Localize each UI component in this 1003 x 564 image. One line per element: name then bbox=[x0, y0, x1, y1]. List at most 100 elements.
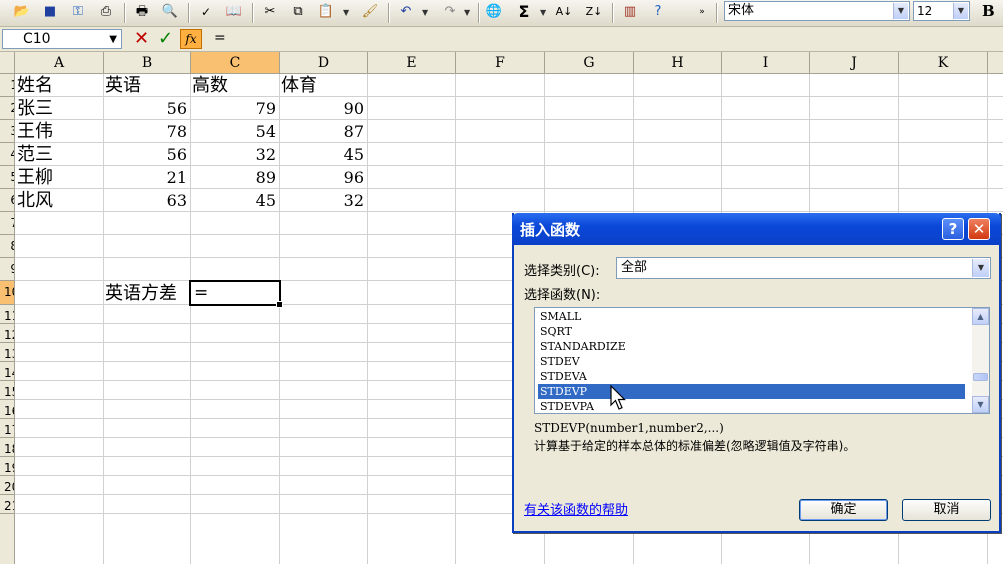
function-item[interactable]: STDEVPA bbox=[538, 399, 965, 414]
row-header[interactable]: 18 bbox=[0, 438, 14, 457]
row-header[interactable]: 10 bbox=[0, 281, 14, 305]
row-header[interactable]: 6 bbox=[0, 189, 14, 212]
help-icon[interactable]: ? bbox=[648, 3, 668, 21]
print-preview-icon[interactable]: ⎙ bbox=[96, 3, 116, 21]
cell-pe[interactable]: 96 bbox=[279, 166, 364, 188]
row-header[interactable]: 21 bbox=[0, 495, 14, 514]
scroll-up-icon[interactable]: ▲ bbox=[972, 308, 989, 325]
cell-pe[interactable]: 32 bbox=[279, 189, 364, 211]
function-item-selected[interactable]: STDEVP bbox=[538, 384, 965, 399]
preview-icon[interactable]: 🔍 bbox=[160, 3, 180, 21]
column-header[interactable]: J bbox=[810, 52, 899, 73]
row-header[interactable]: 17 bbox=[0, 419, 14, 438]
row-header[interactable]: 16 bbox=[0, 400, 14, 419]
row-header[interactable]: 2 bbox=[0, 97, 14, 120]
column-header[interactable]: H bbox=[634, 52, 722, 73]
cell-math[interactable]: 32 bbox=[190, 143, 276, 165]
undo-dropdown-icon[interactable]: ▼ bbox=[422, 8, 428, 17]
toolbar-options-icon[interactable]: » bbox=[696, 3, 708, 21]
cancel-button[interactable]: 取消 bbox=[902, 499, 991, 521]
chevron-down-icon[interactable]: ▼ bbox=[893, 3, 908, 19]
column-header[interactable]: B bbox=[104, 52, 191, 73]
cell-name[interactable]: 王伟 bbox=[17, 120, 53, 142]
autosum-dropdown-icon[interactable]: ▼ bbox=[540, 8, 546, 17]
cell-name[interactable]: 北风 bbox=[17, 189, 53, 211]
row-header[interactable]: 15 bbox=[0, 381, 14, 400]
function-list-scrollbar[interactable]: ▲ ▼ bbox=[972, 308, 989, 413]
row-header[interactable]: 9 bbox=[0, 258, 14, 281]
format-painter-icon[interactable]: 🖌 bbox=[360, 3, 380, 21]
function-item[interactable]: STDEVA bbox=[538, 369, 965, 384]
chart-wizard-icon[interactable]: ▥ bbox=[620, 3, 640, 21]
redo-icon[interactable]: ↷ bbox=[440, 3, 460, 21]
column-header[interactable]: I bbox=[722, 52, 810, 73]
row-header[interactable]: 5 bbox=[0, 166, 14, 189]
ok-button[interactable]: 确定 bbox=[799, 499, 888, 521]
column-header[interactable]: K bbox=[899, 52, 988, 73]
name-box[interactable]: C10 ▼ bbox=[2, 29, 122, 49]
row-header[interactable]: 7 bbox=[0, 212, 14, 235]
row-header[interactable]: 1 bbox=[0, 74, 14, 97]
function-item[interactable]: SMALL bbox=[538, 309, 965, 324]
scroll-down-icon[interactable]: ▼ bbox=[972, 396, 989, 413]
cell-english[interactable]: 56 bbox=[103, 97, 187, 119]
research-icon[interactable]: 📖 bbox=[224, 3, 244, 21]
permission-icon[interactable]: ⚿ bbox=[68, 3, 88, 21]
print-icon[interactable]: 🖶 bbox=[132, 3, 152, 21]
chevron-down-icon[interactable]: ▼ bbox=[953, 3, 968, 19]
hyperlink-icon[interactable]: 🌐 bbox=[484, 3, 504, 21]
cell-pe[interactable]: 87 bbox=[279, 120, 364, 142]
cancel-entry-icon[interactable]: ✕ bbox=[134, 28, 149, 49]
sort-ascending-icon[interactable]: A↓ bbox=[554, 3, 574, 21]
cell-pe[interactable]: 45 bbox=[279, 143, 364, 165]
row-header[interactable]: 4 bbox=[0, 143, 14, 166]
spelling-icon[interactable]: ✓ bbox=[196, 3, 216, 21]
cell-name[interactable]: 张三 bbox=[17, 97, 53, 119]
column-header[interactable]: E bbox=[368, 52, 456, 73]
row-header[interactable]: 19 bbox=[0, 457, 14, 476]
cell-english[interactable]: 56 bbox=[103, 143, 187, 165]
column-header[interactable]: G bbox=[545, 52, 634, 73]
cell-variance-label[interactable]: 英语方差 bbox=[105, 282, 177, 304]
chevron-down-icon[interactable]: ▼ bbox=[972, 259, 989, 277]
formula-input[interactable]: = bbox=[214, 30, 226, 46]
cell-english[interactable]: 78 bbox=[103, 120, 187, 142]
copy-icon[interactable]: ⧉ bbox=[288, 3, 308, 21]
scroll-thumb[interactable] bbox=[973, 373, 988, 381]
autosum-icon[interactable]: Σ bbox=[514, 3, 534, 21]
row-header[interactable]: 14 bbox=[0, 362, 14, 381]
paste-dropdown-icon[interactable]: ▼ bbox=[343, 8, 349, 17]
insert-function-button[interactable]: fx bbox=[180, 29, 202, 49]
cell-header-math[interactable]: 高数 bbox=[192, 74, 228, 96]
function-item[interactable]: STANDARDIZE bbox=[538, 339, 965, 354]
select-all-corner[interactable] bbox=[0, 52, 15, 73]
redo-dropdown-icon[interactable]: ▼ bbox=[464, 8, 470, 17]
dialog-close-button[interactable]: ✕ bbox=[968, 218, 990, 240]
cell-math[interactable]: 89 bbox=[190, 166, 276, 188]
cut-icon[interactable]: ✂ bbox=[260, 3, 280, 21]
row-header[interactable]: 13 bbox=[0, 343, 14, 362]
cell-header-pe[interactable]: 体育 bbox=[281, 74, 317, 96]
cell-math[interactable]: 45 bbox=[190, 189, 276, 211]
cell-english[interactable]: 21 bbox=[103, 166, 187, 188]
dialog-title-bar[interactable]: 插入函数 ? ✕ bbox=[512, 213, 1001, 245]
open-icon[interactable]: 📂 bbox=[12, 3, 32, 21]
font-size-combo[interactable]: 12 ▼ bbox=[913, 1, 970, 21]
function-help-link[interactable]: 有关该函数的帮助 bbox=[524, 499, 628, 518]
chevron-down-icon[interactable]: ▼ bbox=[109, 31, 117, 49]
cell-pe[interactable]: 90 bbox=[279, 97, 364, 119]
cell-name[interactable]: 王柳 bbox=[17, 166, 53, 188]
category-select[interactable]: 全部 ▼ bbox=[616, 257, 991, 279]
dialog-help-button[interactable]: ? bbox=[942, 218, 964, 240]
column-header[interactable]: C bbox=[191, 52, 280, 73]
row-header[interactable]: 11 bbox=[0, 305, 14, 324]
column-header[interactable]: A bbox=[15, 52, 104, 73]
cell-header-name[interactable]: 姓名 bbox=[17, 74, 53, 96]
enter-check-icon[interactable]: ✓ bbox=[158, 28, 173, 49]
undo-icon[interactable]: ↶ bbox=[396, 3, 416, 21]
cell-math[interactable]: 54 bbox=[190, 120, 276, 142]
bold-button[interactable]: B bbox=[982, 2, 995, 20]
column-header[interactable]: F bbox=[456, 52, 545, 73]
row-header[interactable]: 8 bbox=[0, 235, 14, 258]
fill-handle[interactable] bbox=[276, 301, 283, 308]
